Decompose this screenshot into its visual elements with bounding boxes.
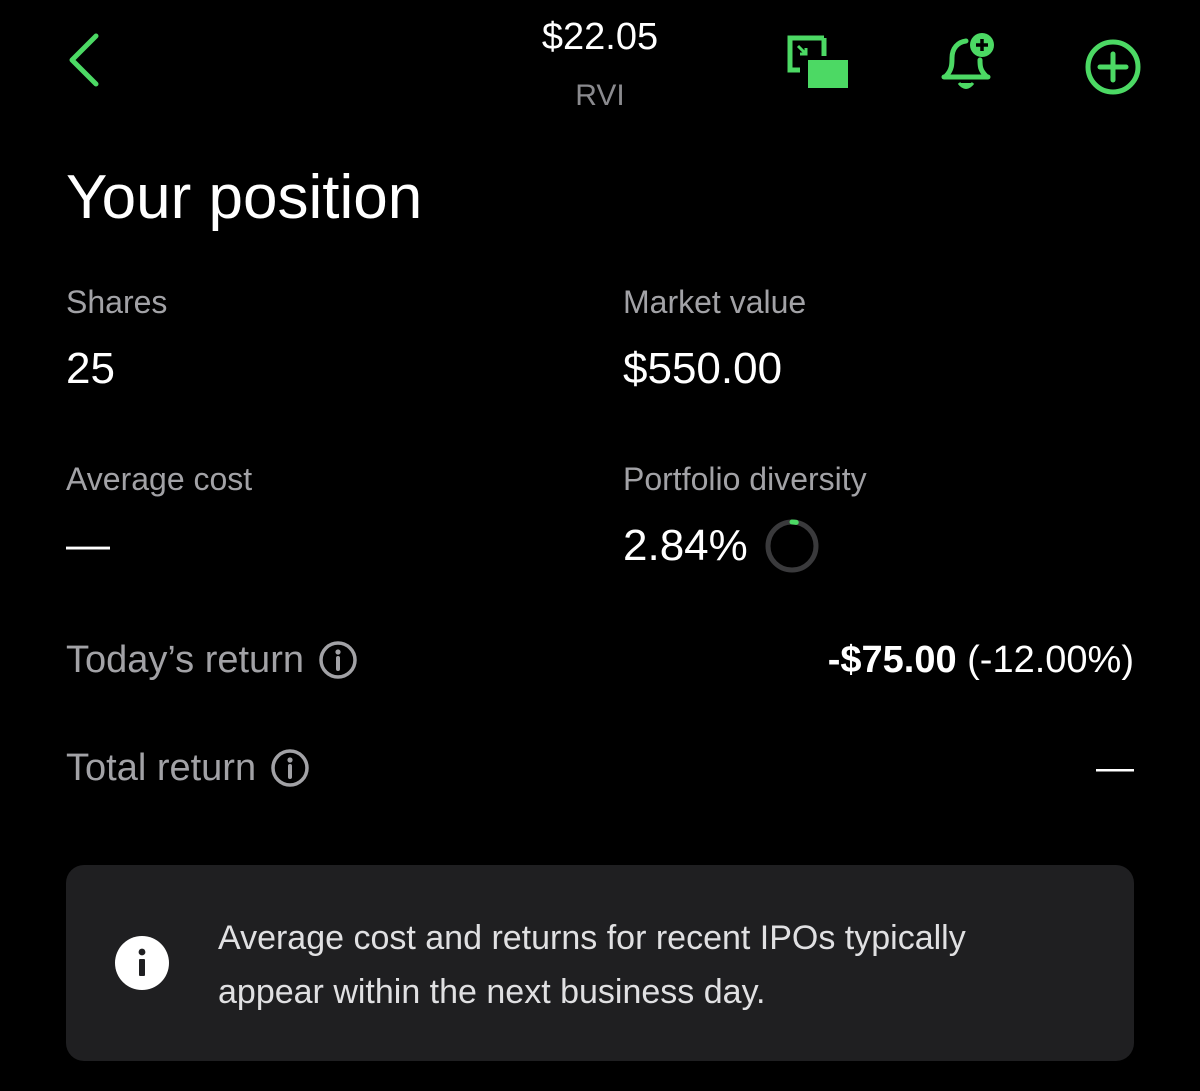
- market-value: $550.00: [623, 344, 783, 393]
- portfolio-diversity-label: Portfolio diversity: [623, 461, 867, 497]
- back-button[interactable]: [58, 30, 114, 90]
- header-ticker: RVI: [575, 79, 625, 112]
- add-alert-button[interactable]: [936, 30, 998, 94]
- header-quote: $22.05 RVI: [400, 14, 800, 116]
- total-return-label-row: Total return: [66, 744, 310, 792]
- shares-label: Shares: [66, 284, 168, 320]
- portfolio-diversity-value: 2.84%: [623, 521, 748, 570]
- ipo-notice-text: Average cost and returns for recent IPOs…: [218, 919, 966, 1011]
- diversity-ring-icon: [765, 519, 819, 573]
- picture-in-picture-button[interactable]: [784, 34, 850, 92]
- todays-return-percent: (-12.00%): [967, 639, 1134, 681]
- average-cost-label: Average cost: [66, 461, 253, 497]
- market-value-label: Market value: [623, 284, 807, 320]
- plus-circle-icon: [1085, 39, 1141, 95]
- header-price: $22.05: [541, 16, 659, 58]
- todays-return-label-row: Today’s return: [66, 636, 358, 684]
- info-icon[interactable]: [318, 640, 358, 680]
- shares-value: 25: [66, 344, 115, 393]
- portfolio-diversity-row: 2.84%: [623, 518, 820, 574]
- info-filled-icon: [115, 936, 169, 990]
- picture-in-picture-icon: [787, 35, 848, 88]
- average-cost-value: —: [66, 520, 110, 569]
- top-navigation-bar: $22.05 RVI: [0, 0, 1200, 130]
- total-return-value: —: [1096, 747, 1134, 789]
- todays-return-label: Today’s return: [66, 639, 304, 681]
- info-icon[interactable]: [270, 748, 310, 788]
- todays-return-value: -$75.00 (-12.00%): [828, 636, 1134, 684]
- total-return-label: Total return: [66, 747, 257, 789]
- chevron-left-icon: [69, 33, 99, 87]
- ipo-notice-card: Average cost and returns for recent IPOs…: [66, 865, 1134, 1061]
- todays-return-amount: -$75.00: [827, 639, 957, 681]
- bell-plus-icon: [941, 33, 994, 89]
- add-to-list-button[interactable]: [1082, 36, 1144, 98]
- page-title: Your position: [66, 163, 423, 232]
